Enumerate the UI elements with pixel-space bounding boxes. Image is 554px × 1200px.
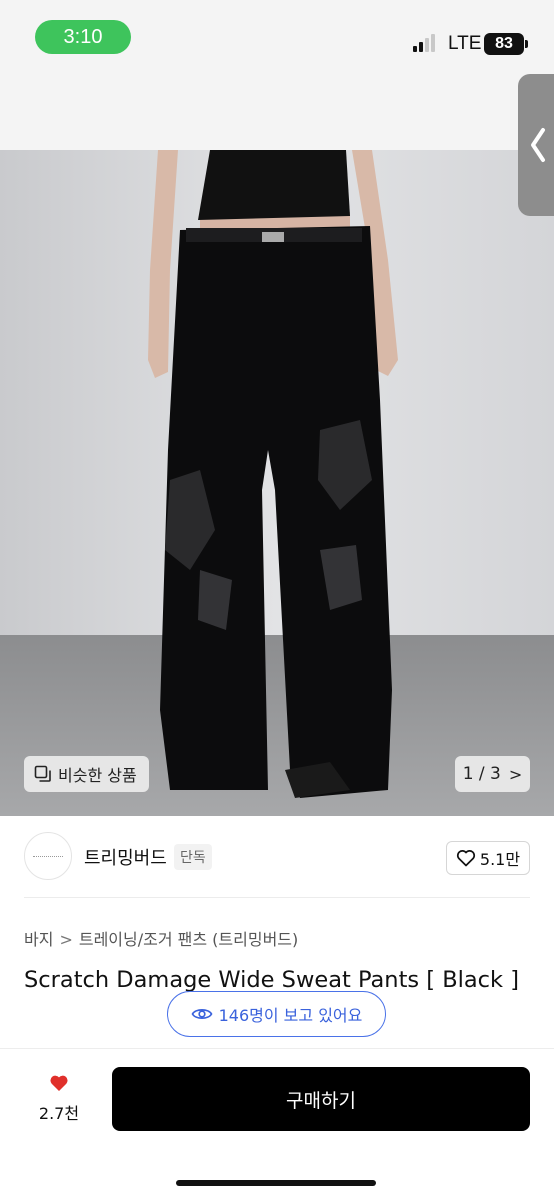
back-tab-button[interactable] [518, 74, 554, 216]
back-chevron-icon [531, 128, 545, 162]
battery-tip [525, 40, 528, 48]
product-photo [0, 150, 554, 816]
exclusive-badge: 단독 [174, 844, 212, 870]
similar-items-label: 비슷한 상품 [58, 766, 137, 785]
heart-filled-icon [50, 1075, 68, 1091]
breadcrumb-category[interactable]: 바지 [24, 930, 53, 949]
battery-level: 83 [495, 35, 513, 52]
status-bar: 3:10 LTE 83 [0, 0, 554, 150]
similar-items-button[interactable]: 비슷한 상품 [24, 756, 149, 792]
chevron-right-icon: > [508, 764, 523, 784]
viewers-text: 146명이 보고 있어요 [218, 1006, 363, 1025]
breadcrumb: 바지 > 트레이닝/조거 팬츠 (트리밍버드) [24, 926, 298, 950]
eye-icon [191, 1009, 213, 1019]
seller-like-button[interactable]: 5.1만 [446, 841, 530, 875]
battery-icon: 83 [484, 33, 524, 55]
seller-avatar[interactable] [24, 832, 72, 880]
seller-row[interactable]: 트리밍버드 단독 5.1만 [24, 832, 530, 882]
product-image-carousel[interactable]: 비슷한 상품 1 / 3 > [0, 150, 554, 816]
bottom-bar-divider [0, 1048, 554, 1049]
network-type: LTE [448, 33, 482, 54]
breadcrumb-subcategory[interactable]: 트레이닝/조거 팬츠 (트리밍버드) [79, 930, 298, 949]
similar-items-icon [34, 765, 51, 782]
seller-name[interactable]: 트리밍버드 [84, 844, 167, 870]
signal-strength-icon [413, 34, 439, 52]
image-pager-button[interactable]: 1 / 3 > [455, 756, 530, 792]
status-time: 3:10 [35, 20, 131, 54]
wishlist-button[interactable]: 2.7천 [24, 1074, 94, 1130]
seller-like-count: 5.1만 [479, 850, 521, 869]
viewers-badge: 146명이 보고 있어요 [167, 991, 386, 1037]
wishlist-count: 2.7천 [38, 1104, 80, 1123]
buy-button[interactable]: 구매하기 [112, 1067, 530, 1131]
divider [24, 897, 530, 898]
home-indicator [176, 1180, 376, 1186]
breadcrumb-separator: > [59, 930, 73, 949]
heart-outline-icon [456, 850, 475, 867]
image-pager-text: 1 / 3 [462, 764, 501, 784]
